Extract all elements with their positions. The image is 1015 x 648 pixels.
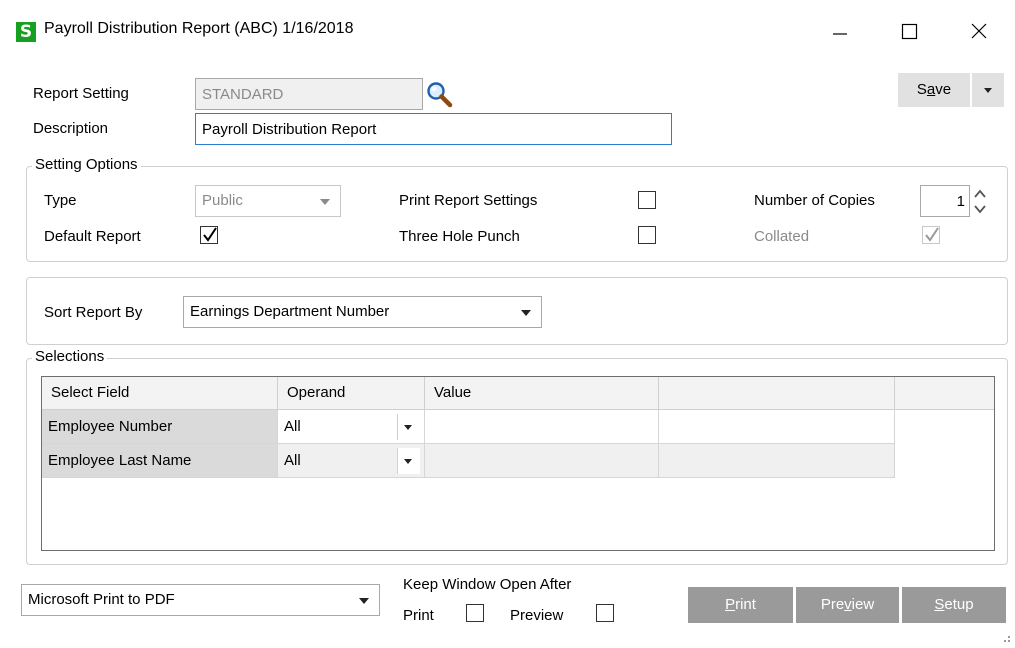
save-label-b: a	[926, 81, 936, 98]
type-select[interactable]: Public	[195, 185, 341, 217]
magnifier-icon	[427, 82, 453, 108]
type-label: Type	[44, 192, 77, 209]
chevron-down-icon	[404, 459, 412, 464]
maximize-button[interactable]	[886, 14, 932, 48]
column-header-extra[interactable]	[659, 377, 895, 410]
resize-grip-icon[interactable]	[998, 630, 1012, 644]
chevron-down-icon	[984, 88, 992, 93]
description-field[interactable]	[195, 113, 672, 145]
title-bar: S Payroll Distribution Report (ABC) 1/16…	[0, 0, 1015, 62]
keep-open-print-checkbox[interactable]	[466, 604, 484, 622]
printer-value: Microsoft Print to PDF	[28, 591, 175, 608]
sort-report-by-label: Sort Report By	[44, 304, 143, 321]
chevron-down-icon	[359, 598, 369, 604]
chevron-down-icon	[404, 425, 412, 430]
operand-value: All	[284, 418, 301, 435]
save-button[interactable]: Save	[898, 73, 970, 107]
resize-dots	[1004, 636, 1010, 642]
save-dropdown-button[interactable]	[972, 73, 1004, 107]
three-hole-punch-checkbox[interactable]	[638, 226, 656, 244]
chevron-down-icon	[320, 199, 330, 205]
print-label-a: P	[725, 596, 736, 613]
checkmark-icon	[203, 227, 217, 242]
keep-open-preview-checkbox[interactable]	[596, 604, 614, 622]
minimize-button[interactable]	[817, 14, 863, 48]
table-row-cell-extra[interactable]	[659, 444, 895, 478]
app-logo-icon: S	[16, 22, 36, 42]
setup-label-b: etup	[944, 596, 974, 613]
keep-window-open-label: Keep Window Open After	[403, 576, 572, 593]
chevron-down-icon	[521, 310, 531, 316]
preview-label-c: iew	[851, 596, 875, 613]
table-row-cell-field[interactable]: Employee Number	[42, 410, 278, 444]
close-icon	[971, 23, 987, 39]
setup-button[interactable]: Setup	[902, 587, 1006, 623]
window-title: Payroll Distribution Report (ABC) 1/16/2…	[44, 20, 354, 37]
print-label-b: rint	[735, 596, 756, 613]
maximize-icon	[901, 23, 918, 40]
selections-title: Selections	[32, 348, 108, 365]
column-header-value[interactable]: Value	[425, 377, 659, 410]
operand-value: All	[284, 452, 301, 469]
three-hole-punch-label: Three Hole Punch	[399, 228, 520, 245]
column-header-filler	[895, 377, 994, 410]
description-label: Description	[33, 120, 109, 137]
copies-spinner[interactable]	[972, 186, 988, 218]
printer-select[interactable]: Microsoft Print to PDF	[21, 584, 380, 616]
selections-grid: Select Field Operand Value Employee Numb…	[41, 376, 995, 551]
collated-checkbox[interactable]	[922, 226, 940, 244]
setup-label-a: S	[934, 596, 945, 613]
default-report-label: Default Report	[44, 228, 141, 245]
table-row-cell-extra[interactable]	[659, 410, 895, 444]
default-report-checkbox[interactable]	[200, 226, 218, 244]
checkmark-icon	[925, 227, 939, 242]
up-down-arrows-icon	[974, 189, 986, 214]
copies-field[interactable]	[920, 185, 970, 217]
keep-open-preview-label: Preview	[510, 607, 564, 624]
column-header-operand[interactable]: Operand	[278, 377, 425, 410]
table-row-cell-operand[interactable]: All	[278, 444, 425, 478]
print-report-settings-label: Print Report Settings	[399, 192, 538, 209]
operand-dropdown-button[interactable]	[397, 448, 420, 474]
save-label-c: ve	[935, 81, 952, 98]
preview-label-b: v	[844, 596, 852, 613]
sort-report-by-value: Earnings Department Number	[190, 303, 390, 320]
copies-label: Number of Copies	[754, 192, 875, 209]
keep-open-print-label: Print	[403, 607, 434, 624]
table-row-cell-value[interactable]	[425, 444, 659, 478]
type-select-value: Public	[202, 192, 243, 209]
table-row-cell-operand[interactable]: All	[278, 410, 425, 444]
report-setting-lookup-button[interactable]	[425, 80, 453, 108]
report-setting-field[interactable]	[195, 78, 423, 110]
minimize-icon	[833, 33, 847, 35]
collated-label: Collated	[754, 228, 810, 245]
table-row-cell-field[interactable]: Employee Last Name	[42, 444, 278, 478]
print-report-settings-checkbox[interactable]	[638, 191, 656, 209]
report-setting-label: Report Setting	[33, 85, 129, 102]
preview-label-a: Pre	[820, 596, 845, 613]
save-label-a: S	[916, 81, 927, 98]
print-button[interactable]: Print	[688, 587, 793, 623]
table-row-cell-value[interactable]	[425, 410, 659, 444]
operand-dropdown-button[interactable]	[397, 414, 420, 440]
column-header-select-field[interactable]: Select Field	[42, 377, 278, 410]
setting-options-title: Setting Options	[32, 156, 141, 173]
close-button[interactable]	[956, 14, 1002, 48]
setting-options-group	[26, 166, 1008, 262]
preview-button[interactable]: Preview	[796, 587, 899, 623]
sort-report-by-select[interactable]: Earnings Department Number	[183, 296, 542, 328]
